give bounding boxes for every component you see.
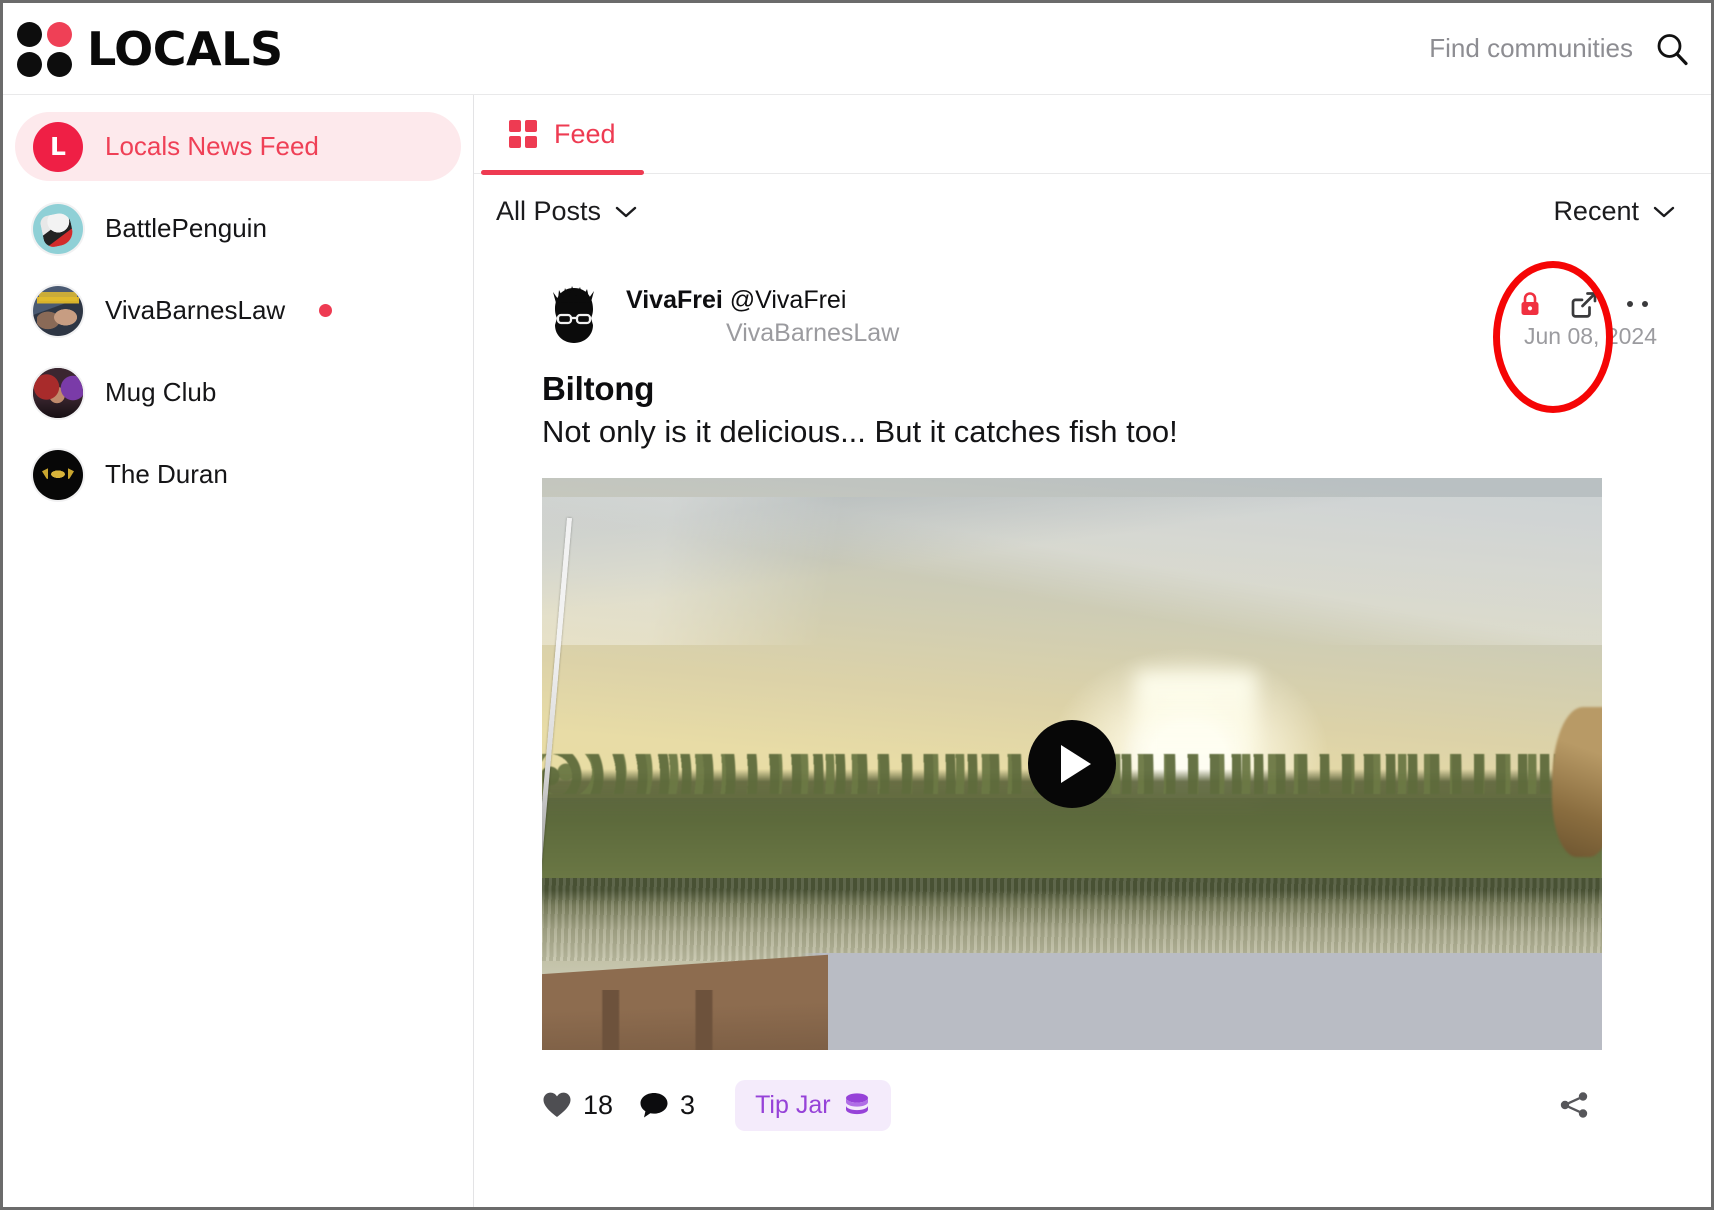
- heart-icon: [543, 1092, 571, 1117]
- brand-wordmark: LOCALS: [87, 21, 283, 76]
- more-options-icon[interactable]: [1627, 300, 1657, 308]
- locals-app-window: LOCALS Find communities L Locals News Fe…: [0, 0, 1714, 1210]
- author-identity-row: VivaFrei @VivaFrei: [626, 284, 899, 317]
- post-header: VivaFrei @VivaFrei VivaBarnesLaw Jun 08,…: [496, 249, 1675, 350]
- battlepenguin-avatar: [33, 203, 83, 254]
- share-icon[interactable]: [1556, 1087, 1592, 1123]
- post-video-thumbnail[interactable]: [542, 478, 1602, 1050]
- sort-label: Recent: [1553, 196, 1639, 226]
- filter-bar: All Posts Recent: [474, 174, 1711, 249]
- locals-logo[interactable]: LOCALS: [17, 21, 283, 77]
- post-action-left-group: 18 3 Tip Jar: [542, 1079, 891, 1131]
- comment-button[interactable]: 3: [639, 1090, 695, 1121]
- tip-jar-button[interactable]: Tip Jar: [735, 1079, 891, 1131]
- chevron-down-icon: [615, 206, 637, 217]
- tab-bar: Feed: [474, 95, 1711, 175]
- logo-dot-bottom-right: [47, 51, 72, 77]
- comment-bubble-icon: [640, 1093, 668, 1118]
- logo-dot-bottom-left: [17, 51, 42, 77]
- grid-cell: [525, 120, 537, 132]
- author-handle: @VivaFrei: [729, 286, 847, 314]
- grid-icon: [509, 120, 537, 148]
- author-text-block: VivaFrei @VivaFrei VivaBarnesLaw: [626, 281, 899, 350]
- logo-dot-top-left: [17, 21, 42, 47]
- post-community: VivaBarnesLaw: [726, 319, 900, 347]
- posts-filter-dropdown[interactable]: All Posts: [496, 196, 637, 227]
- grid-cell: [509, 136, 521, 148]
- notification-dot: [319, 304, 333, 317]
- author-name: VivaFrei: [626, 286, 723, 314]
- sidebar-item-vivabarneslaw[interactable]: VivaBarnesLaw: [15, 276, 461, 345]
- post-author[interactable]: VivaFrei @VivaFrei VivaBarnesLaw: [496, 281, 899, 350]
- chevron-down-icon: [1653, 206, 1675, 217]
- header-right-group: Find communities: [1429, 32, 1689, 66]
- sort-dropdown[interactable]: Recent: [1553, 196, 1675, 227]
- post-header-icon-row: [1519, 289, 1657, 319]
- mugclub-avatar: [33, 367, 83, 418]
- posts-filter-label: All Posts: [496, 196, 602, 226]
- dot: [1627, 301, 1633, 307]
- post-header-actions: Jun 08, 2024: [1519, 281, 1675, 350]
- sidebar-item-label: BattlePenguin: [105, 213, 267, 243]
- sidebar-item-label: Mug Club: [105, 377, 217, 407]
- lock-icon: [1521, 292, 1539, 315]
- feed-post: VivaFrei @VivaFrei VivaBarnesLaw Jun 08,…: [474, 249, 1711, 1144]
- video-dock-railing: [542, 952, 1602, 1050]
- play-triangle: [1060, 745, 1091, 783]
- avatar: [542, 283, 606, 347]
- top-header: LOCALS Find communities: [3, 3, 1711, 95]
- sidebar-item-locals-news-feed[interactable]: L Locals News Feed: [15, 112, 461, 181]
- sidebar-item-label: Locals News Feed: [105, 131, 319, 161]
- vivafrei-avatar-icon: [553, 286, 594, 343]
- theduran-avatar: [33, 449, 83, 500]
- coins-icon: [845, 1093, 868, 1115]
- comment-count: 3: [680, 1089, 696, 1120]
- sidebar-item-label: VivaBarnesLaw: [105, 295, 286, 325]
- external-link-icon[interactable]: [1569, 289, 1599, 319]
- like-count: 18: [583, 1089, 614, 1120]
- find-communities-label[interactable]: Find communities: [1429, 33, 1633, 64]
- tip-jar-label: Tip Jar: [755, 1090, 831, 1119]
- post-date: Jun 08, 2024: [1523, 323, 1657, 349]
- sidebar-item-the-duran[interactable]: The Duran: [15, 440, 461, 509]
- sidebar-nav: L Locals News Feed BattlePenguin VivaBar…: [3, 95, 474, 1207]
- grid-cell: [509, 120, 521, 132]
- post-action-bar: 18 3 Tip Jar: [542, 1066, 1602, 1144]
- tab-label: Feed: [554, 118, 616, 149]
- logo-dot-top-right: [47, 21, 72, 47]
- tab-feed[interactable]: Feed: [481, 95, 644, 175]
- search-icon[interactable]: [1655, 32, 1689, 66]
- main-content: Feed All Posts Recent VivaFrei @VivaFrei…: [474, 95, 1711, 1207]
- play-icon[interactable]: [1028, 720, 1116, 808]
- post-title: Biltong: [542, 370, 655, 407]
- locals-logo-avatar: L: [33, 121, 83, 172]
- post-body: Not only is it delicious... But it catch…: [542, 414, 1178, 449]
- sidebar-item-label: The Duran: [105, 459, 228, 489]
- sidebar-item-mug-club[interactable]: Mug Club: [15, 358, 461, 427]
- grid-cell: [525, 136, 537, 148]
- dot: [1642, 301, 1648, 307]
- vivabarneslaw-avatar: [33, 285, 83, 336]
- locals-dots-icon: [17, 21, 73, 77]
- like-button[interactable]: 18: [542, 1090, 613, 1121]
- sidebar-item-battlepenguin[interactable]: BattlePenguin: [15, 194, 461, 263]
